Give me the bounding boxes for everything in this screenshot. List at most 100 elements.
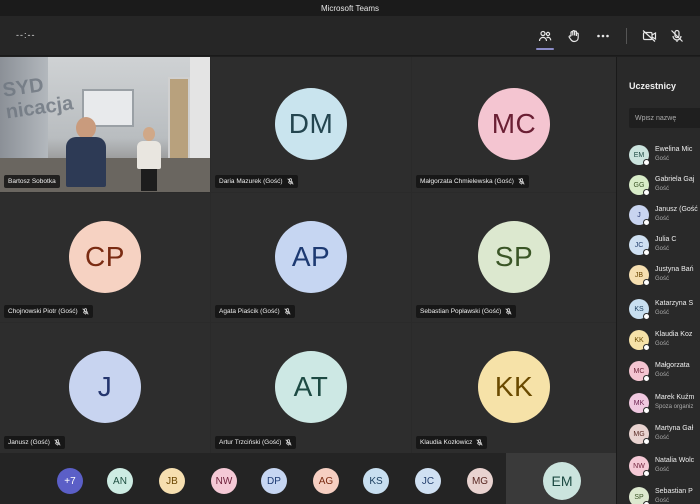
raise-hand-button[interactable] (564, 26, 584, 46)
participant-tile[interactable]: J Janusz (Gość) (0, 323, 210, 453)
presence-status-icon (643, 375, 650, 382)
camera-toggle-button[interactable] (639, 26, 659, 46)
title-bar: Microsoft Teams (0, 0, 700, 16)
participant-name-label: Daria Mazurek (Gość) (215, 175, 298, 188)
more-options-button[interactable] (593, 26, 613, 46)
window-title: Microsoft Teams (320, 3, 380, 13)
participant-list-item[interactable]: KS Katarzyna S Gość (629, 297, 700, 323)
presence-status-icon (643, 279, 650, 286)
participant-name-label: Klaudia Kozłowicz (416, 436, 488, 449)
participant-list-item[interactable]: MK Marek Kuźm Spoza organiz (629, 391, 700, 417)
participant-role: Gość (655, 186, 670, 192)
participant-search-input[interactable] (629, 108, 700, 128)
participant-name: Chojnowski Piotr (Gość) (8, 308, 78, 315)
participant-avatar: DM (275, 88, 347, 160)
participant-name: Julia C (655, 236, 677, 243)
participant-name: Klaudia Koz (655, 331, 693, 338)
participant-role: Gość (655, 310, 670, 316)
mic-off-icon (284, 308, 291, 315)
participants-panel: Uczestnicy EM Ewelina Mic Gość GG Gabrie… (616, 57, 700, 504)
participant-avatar: SP (478, 221, 550, 293)
mic-off-icon (505, 308, 512, 315)
participant-avatar: J (69, 351, 141, 423)
presence-status-icon (643, 470, 650, 477)
participant-name: Martyna Gał (655, 425, 694, 432)
participant-avatar[interactable]: KS (363, 468, 389, 494)
video-grid: SYD nicacja Bartosz Sobotka DM Daria Maz… (0, 57, 616, 453)
participant-list-item[interactable]: MC Małgorzata Gość (629, 359, 700, 385)
participant-tile[interactable]: SYD nicacja Bartosz Sobotka (0, 57, 210, 192)
presence-status-icon (643, 219, 650, 226)
participant-list-item[interactable]: JC Julia C Gość (629, 233, 700, 259)
camera-off-icon (642, 30, 656, 42)
participant-name: Janusz (Gość) (8, 439, 50, 446)
more-participants-button[interactable]: +7 (57, 468, 83, 494)
participant-avatar[interactable]: JB (159, 468, 185, 494)
participant-avatar: MC (478, 88, 550, 160)
participant-list-item[interactable]: EM Ewelina Mic Gość (629, 143, 700, 169)
mic-off-icon (286, 178, 294, 185)
participant-list-item[interactable]: NW Natalia Wolc Gość (629, 454, 700, 480)
participant-avatar[interactable]: NW (211, 468, 237, 494)
panel-title: Uczestnicy (629, 81, 677, 91)
raise-hand-icon (568, 30, 579, 43)
participant-avatar: AT (275, 351, 347, 423)
participant-avatar[interactable]: DP (261, 468, 287, 494)
participant-tile[interactable]: KK Klaudia Kozłowicz (412, 323, 616, 453)
overflow-participants-strip: +7 AN JB NW DP AG KS JC MG (0, 453, 506, 504)
participant-tile[interactable]: SP Sebastian Popławski (Gość) (412, 193, 616, 322)
participant-tile[interactable]: DM Daria Mazurek (Gość) (211, 57, 411, 192)
participant-name: Janusz (Gość (655, 206, 698, 213)
participant-name: Katarzyna S (655, 300, 694, 307)
participant-role: Spoza organiz (655, 404, 694, 410)
mic-off-icon (54, 439, 61, 446)
participant-role: Gość (655, 156, 670, 162)
participant-avatar: CP (69, 221, 141, 293)
participant-name-label: Sebastian Popławski (Gość) (416, 305, 517, 318)
presence-status-icon (643, 249, 650, 256)
participant-name: Marek Kuźm (655, 394, 695, 401)
participant-tile[interactable]: AT Artur Trzciński (Gość) (211, 323, 411, 453)
self-preview-tile[interactable]: EM (506, 453, 616, 504)
participant-avatar: AP (275, 221, 347, 293)
participant-name-label: Chojnowski Piotr (Gość) (4, 305, 93, 318)
participant-list-item[interactable]: MG Martyna Gał Gość (629, 422, 700, 448)
participant-tile[interactable]: AP Agata Piaścik (Gość) (211, 193, 411, 322)
mic-off-icon (518, 178, 525, 185)
wall-signage: SYD nicacja (1, 74, 75, 124)
participant-role: Gość (655, 372, 670, 378)
participants-button[interactable] (535, 26, 555, 50)
participant-name-label: Małgorzata Chmielewska (Gość) (416, 175, 529, 188)
participant-list-item[interactable]: J Janusz (Gość Gość (629, 203, 700, 229)
mic-off-icon (285, 439, 293, 446)
participant-name: Małgorzata Chmielewska (Gość) (420, 178, 514, 185)
participant-avatar[interactable]: MG (467, 468, 493, 494)
participant-tile[interactable]: CP Chojnowski Piotr (Gość) (0, 193, 210, 322)
participant-avatar[interactable]: AG (313, 468, 339, 494)
participant-name: Klaudia Kozłowicz (420, 439, 473, 446)
participant-video: SYD nicacja (0, 57, 210, 192)
participant-role: Gość (655, 498, 670, 504)
participant-name-label: Agata Piaścik (Gość) (215, 305, 295, 318)
participant-tile[interactable]: MC Małgorzata Chmielewska (Gość) (412, 57, 616, 192)
participant-list-item[interactable]: GG Gabriela Gaj Gość (629, 173, 700, 199)
mic-off-icon (476, 439, 483, 446)
mic-off-icon (671, 29, 683, 42)
participant-role: Gość (655, 435, 670, 441)
participant-name: Bartosz Sobotka (8, 178, 56, 185)
presence-status-icon (643, 189, 650, 196)
presence-status-icon (643, 159, 650, 166)
participant-name: Justyna Bań (655, 266, 694, 273)
participant-name: Sebastian Popławski (Gość) (420, 308, 502, 315)
participant-name: Artur Trzciński (Gość) (219, 439, 282, 446)
participant-avatar: KK (478, 351, 550, 423)
people-icon (538, 30, 552, 42)
participant-name: Daria Mazurek (Gość) (219, 178, 283, 185)
participant-list-item[interactable]: KK Klaudia Koz Gość (629, 328, 700, 354)
participant-avatar[interactable]: JC (415, 468, 441, 494)
participant-avatar[interactable]: AN (107, 468, 133, 494)
participant-list-item[interactable]: JB Justyna Bań Gość (629, 263, 700, 289)
participant-list-item[interactable]: SP Sebastian P Gość (629, 485, 700, 504)
self-avatar: EM (543, 462, 581, 500)
microphone-toggle-button[interactable] (667, 26, 687, 46)
